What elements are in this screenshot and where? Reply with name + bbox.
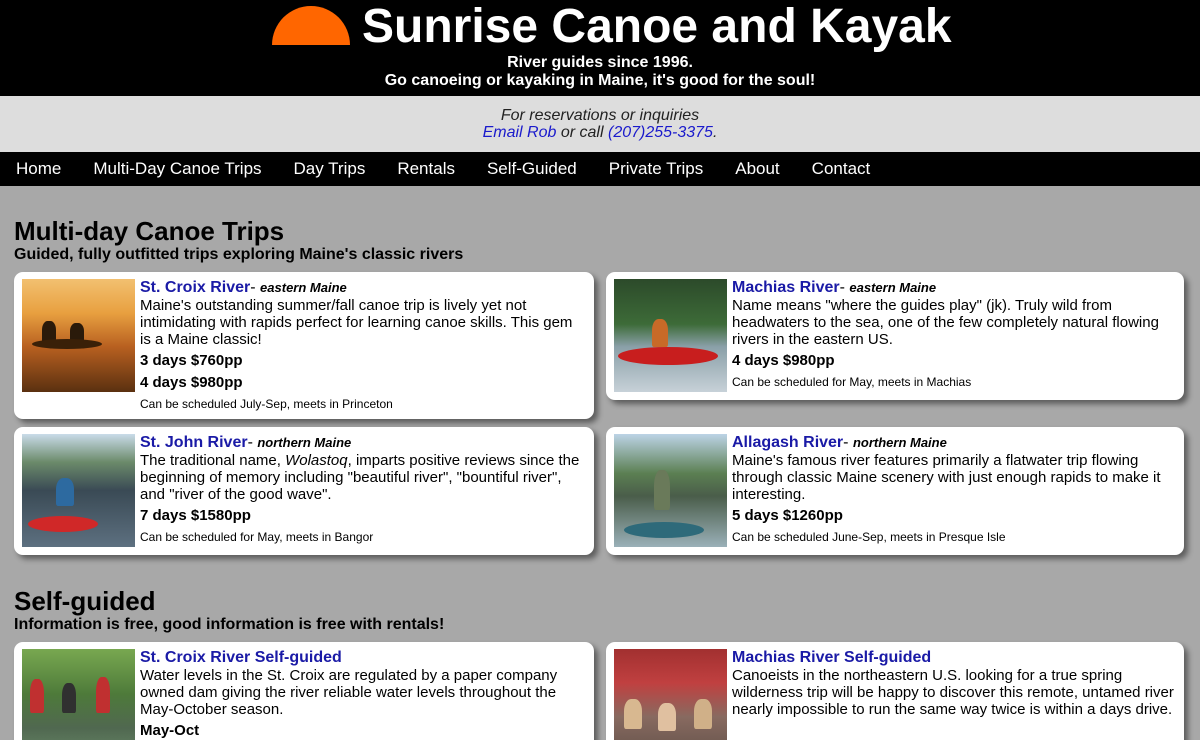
- site-header: Sunrise Canoe and Kayak River guides sin…: [0, 0, 1200, 96]
- trip-description: Maine's outstanding summer/fall canoe tr…: [140, 297, 573, 348]
- phone-link[interactable]: (207)255-3375: [608, 124, 713, 141]
- trip-schedule: Can be scheduled June-Sep, meets in Pres…: [732, 530, 1006, 544]
- trip-card-st-john[interactable]: St. John River- northern Maine The tradi…: [14, 427, 594, 555]
- contact-period: .: [712, 124, 718, 141]
- trip-region: northern Maine: [852, 435, 947, 450]
- multiday-grid: St. Croix River- eastern Maine Maine's o…: [14, 272, 1186, 555]
- main-nav: Home Multi-Day Canoe Trips Day Trips Ren…: [0, 152, 1200, 186]
- nav-home[interactable]: Home: [16, 159, 61, 179]
- selfguided-card-st-croix[interactable]: St. Croix River Self-guided Water levels…: [14, 642, 594, 740]
- nav-self-guided[interactable]: Self-Guided: [487, 159, 577, 179]
- email-link[interactable]: Email Rob: [483, 124, 557, 141]
- trip-name-link[interactable]: St. John River: [140, 434, 248, 451]
- trip-name-link[interactable]: Machias River Self-guided: [732, 649, 931, 666]
- multiday-subtitle: Guided, fully outfitted trips exploring …: [14, 246, 464, 263]
- trip-region: northern Maine: [257, 435, 352, 450]
- trip-description: Maine's famous river features primarily …: [732, 452, 1161, 503]
- tagline-2: Go canoeing or kayaking in Maine, it's g…: [384, 72, 816, 89]
- trip-description: Water levels in the St. Croix are regula…: [140, 667, 558, 718]
- trip-schedule: Can be scheduled for May, meets in Bango…: [140, 530, 374, 544]
- contact-intro: For reservations or inquiries: [500, 107, 700, 124]
- nav-about[interactable]: About: [735, 159, 779, 179]
- trip-price: 5 days $1260pp: [732, 507, 843, 524]
- trip-card-machias[interactable]: Machias River- eastern Maine Name means …: [606, 272, 1184, 400]
- st-john-photo[interactable]: [22, 434, 135, 547]
- trip-region: eastern Maine: [260, 280, 347, 295]
- trip-name-link[interactable]: St. Croix River Self-guided: [140, 649, 342, 666]
- trip-schedule: Can be scheduled for May, meets in Machi…: [732, 375, 972, 389]
- selfguided-subtitle: Information is free, good information is…: [14, 616, 445, 633]
- nav-rentals[interactable]: Rentals: [397, 159, 455, 179]
- nav-multi-day-canoe-trips[interactable]: Multi-Day Canoe Trips: [93, 159, 261, 179]
- trip-description: Canoeists in the northeastern U.S. looki…: [732, 667, 1174, 718]
- sunrise-logo-icon: [272, 6, 350, 45]
- or-call-text: or call: [556, 124, 608, 141]
- nav-day-trips[interactable]: Day Trips: [294, 159, 366, 179]
- trip-price: 4 days $980pp: [140, 374, 243, 391]
- machias-photo[interactable]: [614, 279, 727, 392]
- selfguided-title: Self-guided: [14, 586, 156, 616]
- trip-price: 4 days $980pp: [732, 352, 835, 369]
- st-croix-self-guided-photo[interactable]: [22, 649, 135, 740]
- trip-name-link[interactable]: Allagash River: [732, 434, 843, 451]
- st-croix-photo[interactable]: [22, 279, 135, 392]
- main-content: Multi-day Canoe Trips Guided, fully outf…: [0, 186, 1200, 740]
- site-title[interactable]: Sunrise Canoe and Kayak: [362, 1, 952, 53]
- nav-contact[interactable]: Contact: [812, 159, 871, 179]
- machias-self-guided-photo[interactable]: [614, 649, 727, 740]
- tagline-1: River guides since 1996.: [507, 54, 693, 71]
- allagash-photo[interactable]: [614, 434, 727, 547]
- trip-card-st-croix[interactable]: St. Croix River- eastern Maine Maine's o…: [14, 272, 594, 419]
- selfguided-card-machias[interactable]: Machias River Self-guided Canoeists in t…: [606, 642, 1184, 740]
- trip-region: eastern Maine: [849, 280, 937, 295]
- trip-name-link[interactable]: St. Croix River: [140, 279, 250, 296]
- trip-card-allagash[interactable]: Allagash River- northern Maine Maine's f…: [606, 427, 1184, 555]
- selfguided-grid: St. Croix River Self-guided Water levels…: [14, 642, 1186, 740]
- contact-bar: For reservations or inquiries Email Rob …: [0, 96, 1200, 152]
- nav-private-trips[interactable]: Private Trips: [609, 159, 703, 179]
- trip-schedule: Can be scheduled July-Sep, meets in Prin…: [140, 397, 393, 411]
- trip-description: The traditional name, Wolastoq, imparts …: [140, 452, 580, 503]
- trip-description: Name means "where the guides play" (jk).…: [732, 297, 1159, 348]
- trip-name-link[interactable]: Machias River: [732, 279, 840, 296]
- multiday-title: Multi-day Canoe Trips: [14, 216, 285, 246]
- trip-season: May-Oct: [140, 722, 200, 739]
- trip-price: 3 days $760pp: [140, 352, 243, 369]
- trip-price: 7 days $1580pp: [140, 507, 251, 524]
